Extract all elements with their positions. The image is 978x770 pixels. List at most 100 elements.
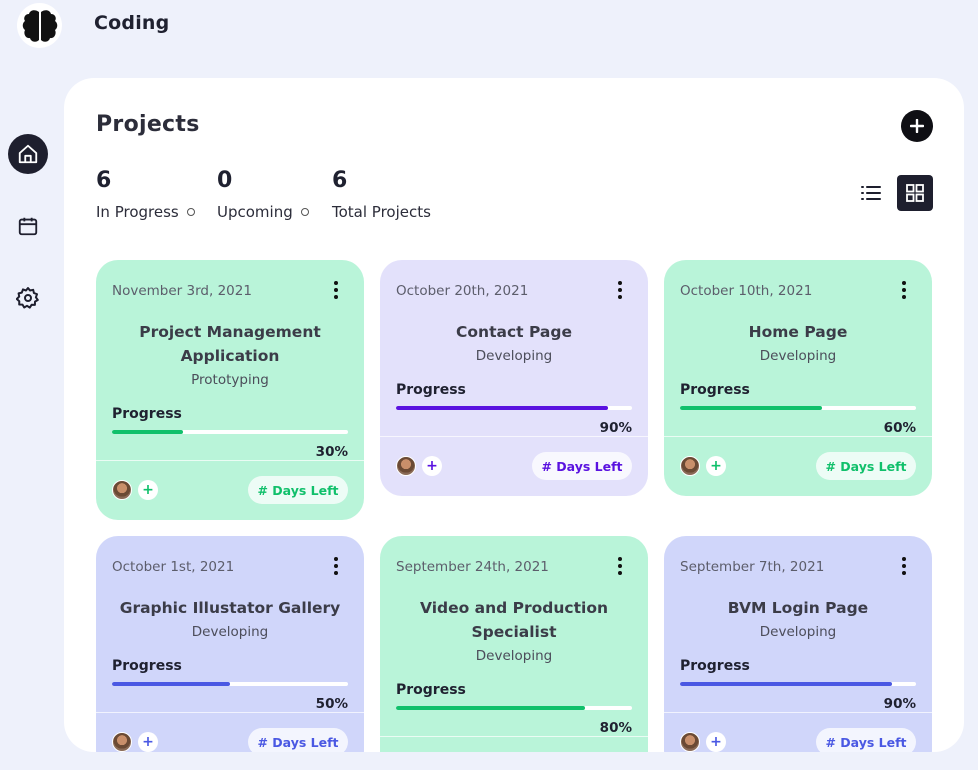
sidebar-item-calendar[interactable]	[8, 206, 48, 246]
progress-bar	[680, 406, 916, 410]
progress-bar	[680, 682, 916, 686]
project-title: Project Management Application	[139, 323, 321, 365]
stat-upcoming: 0 Upcoming	[217, 170, 309, 221]
sidebar-item-settings[interactable]	[8, 278, 48, 318]
more-options-icon[interactable]	[894, 278, 914, 302]
project-date: November 3rd, 2021	[112, 283, 252, 299]
days-left-badge[interactable]: # Days Left	[248, 476, 348, 504]
progress-percent: 30%	[315, 444, 348, 460]
add-member-button[interactable]: +	[138, 480, 158, 500]
progress-fill	[396, 706, 585, 710]
app-logo[interactable]	[17, 3, 62, 48]
add-member-button[interactable]: +	[706, 456, 726, 476]
stat-value: 6	[96, 168, 112, 193]
list-view-button[interactable]	[853, 175, 889, 211]
project-status: Developing	[191, 624, 269, 640]
plus-icon	[910, 119, 924, 133]
project-status: Developing	[759, 348, 837, 364]
progress-bar	[396, 706, 632, 710]
more-options-icon[interactable]	[326, 278, 346, 302]
avatar[interactable]	[680, 456, 700, 476]
brain-icon	[22, 9, 57, 42]
gear-icon	[16, 287, 39, 309]
progress-percent: 60%	[883, 420, 916, 436]
stat-value: 6	[332, 168, 348, 193]
project-title: Video and Production Specialist	[419, 599, 609, 641]
avatar[interactable]	[396, 456, 416, 476]
card-divider	[664, 436, 932, 437]
days-left-badge[interactable]: # Days Left	[248, 728, 348, 752]
stat-value: 0	[217, 168, 233, 193]
project-date: September 7th, 2021	[680, 559, 825, 575]
project-title: Home Page	[748, 323, 848, 341]
status-dot-icon	[300, 208, 309, 216]
project-status: Developing	[475, 648, 553, 664]
project-date: October 20th, 2021	[396, 283, 529, 299]
projects-panel: Projects 6 In Progress 0 Upcoming 6 Tota…	[64, 78, 964, 752]
project-card[interactable]: November 3rd, 2021 Project Management Ap…	[96, 260, 364, 520]
app-title: Coding	[94, 12, 170, 34]
card-divider	[96, 712, 364, 713]
progress-fill	[112, 682, 230, 686]
project-date: October 1st, 2021	[112, 559, 235, 575]
days-left-badge[interactable]: # Days Left	[816, 728, 916, 752]
avatar[interactable]	[112, 480, 132, 500]
days-left-badge[interactable]: # Days Left	[532, 452, 632, 480]
project-date: September 24th, 2021	[396, 559, 549, 575]
progress-fill	[680, 406, 822, 410]
progress-fill	[112, 430, 183, 434]
project-card[interactable]: October 1st, 2021 Graphic Illustator Gal…	[96, 536, 364, 752]
project-title: BVM Login Page	[727, 599, 869, 617]
project-title: Graphic Illustator Gallery	[119, 599, 341, 617]
progress-percent: 90%	[599, 420, 632, 436]
calendar-icon	[18, 217, 38, 236]
progress-fill	[680, 682, 893, 686]
progress-bar	[112, 430, 348, 434]
add-member-button[interactable]: +	[706, 732, 726, 752]
project-status: Prototyping	[191, 372, 269, 388]
progress-label: Progress	[396, 682, 466, 698]
status-dot-icon	[186, 208, 195, 216]
project-card[interactable]: September 24th, 2021 Video and Productio…	[380, 536, 648, 752]
card-divider	[380, 436, 648, 437]
stat-label: Total Projects	[332, 203, 431, 221]
progress-label: Progress	[112, 658, 182, 674]
progress-bar	[112, 682, 348, 686]
progress-label: Progress	[112, 406, 182, 422]
card-divider	[380, 736, 648, 737]
stat-label: Upcoming	[217, 203, 293, 221]
progress-percent: 50%	[315, 696, 348, 712]
card-divider	[664, 712, 932, 713]
project-card[interactable]: October 20th, 2021 Contact Page Developi…	[380, 260, 648, 496]
add-member-button[interactable]: +	[138, 732, 158, 752]
list-view-icon	[861, 186, 881, 200]
avatar[interactable]	[680, 732, 700, 752]
stat-in-progress: 6 In Progress	[96, 170, 195, 221]
sidebar-item-home[interactable]	[8, 134, 48, 174]
grid-view-button[interactable]	[897, 175, 933, 211]
grid-view-icon	[906, 184, 924, 202]
more-options-icon[interactable]	[894, 554, 914, 578]
stat-total-projects: 6 Total Projects	[332, 168, 431, 222]
home-icon	[18, 144, 38, 164]
stat-label: In Progress	[96, 203, 179, 221]
project-status: Developing	[475, 348, 553, 364]
progress-label: Progress	[680, 658, 750, 674]
days-left-badge[interactable]: # Days Left	[816, 452, 916, 480]
more-options-icon[interactable]	[326, 554, 346, 578]
progress-percent: 90%	[883, 696, 916, 712]
add-project-button[interactable]	[901, 110, 933, 142]
avatar[interactable]	[112, 732, 132, 752]
progress-percent: 80%	[599, 720, 632, 736]
project-card[interactable]: September 7th, 2021 BVM Login Page Devel…	[664, 536, 932, 752]
progress-label: Progress	[680, 382, 750, 398]
project-card[interactable]: October 10th, 2021 Home Page Developing …	[664, 260, 932, 496]
progress-label: Progress	[396, 382, 466, 398]
project-status: Developing	[759, 624, 837, 640]
progress-bar	[396, 406, 632, 410]
add-member-button[interactable]: +	[422, 456, 442, 476]
project-date: October 10th, 2021	[680, 283, 813, 299]
more-options-icon[interactable]	[610, 278, 630, 302]
more-options-icon[interactable]	[610, 554, 630, 578]
project-title: Contact Page	[456, 323, 572, 341]
